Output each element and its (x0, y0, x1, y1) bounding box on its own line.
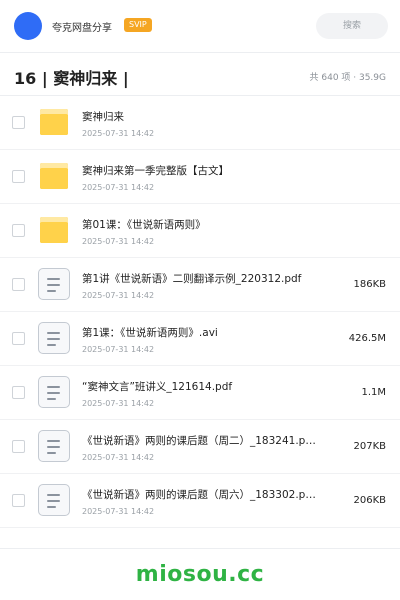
checkbox[interactable] (12, 278, 25, 291)
file-date: 2025-07-31 14:42 (82, 237, 155, 246)
list-item[interactable]: 第01课：《世说新语两则》 2025-07-31 14:42 (0, 204, 400, 258)
top-bar: 夸克网盘分享 SVIP 搜索 (0, 0, 400, 52)
folder-icon (38, 214, 70, 246)
checkbox[interactable] (12, 494, 25, 507)
file-name: 《世说新语》两则的课后题（周二）_183241.p… (82, 435, 316, 447)
checkbox[interactable] (12, 440, 25, 453)
file-size: 206KB (353, 495, 386, 506)
avatar[interactable] (14, 12, 42, 40)
title-row: 16 | 窦神归来 | 共 640 项 · 35.9G (0, 56, 400, 96)
file-date: 2025-07-31 14:42 (82, 399, 155, 408)
folder-icon (38, 106, 70, 138)
list-item[interactable]: 窦神归来 2025-07-31 14:42 (0, 96, 400, 150)
account-name[interactable]: 夸克网盘分享 (52, 19, 112, 34)
file-date: 2025-07-31 14:42 (82, 345, 155, 354)
folder-icon (38, 160, 70, 192)
document-icon (38, 268, 70, 300)
checkbox[interactable] (12, 224, 25, 237)
file-name: 第1课：《世说新语两则》.avi (82, 327, 218, 339)
checkbox[interactable] (12, 332, 25, 345)
list-item[interactable]: 第1讲《世说新语》二则翻译示例_220312.pdf 2025-07-31 14… (0, 258, 400, 312)
file-name: 《世说新语》两则的课后题（周六）_183302.p… (82, 489, 316, 501)
list-item[interactable]: “窦神文言”班讲义_121614.pdf 2025-07-31 14:42 1.… (0, 366, 400, 420)
header-divider (0, 52, 400, 53)
document-icon (38, 484, 70, 516)
file-size: 426.5M (348, 333, 386, 344)
footer-divider (0, 548, 400, 549)
checkbox[interactable] (12, 116, 25, 129)
file-date: 2025-07-31 14:42 (82, 291, 155, 300)
file-size: 207KB (353, 441, 386, 452)
file-name: 第01课：《世说新语两则》 (82, 219, 206, 231)
checkbox[interactable] (12, 386, 25, 399)
list-item[interactable]: 第1课：《世说新语两则》.avi 2025-07-31 14:42 426.5M (0, 312, 400, 366)
file-name: “窦神文言”班讲义_121614.pdf (82, 381, 233, 393)
list-item[interactable]: 《世说新语》两则的课后题（周六）_183302.p… 2025-07-31 14… (0, 474, 400, 528)
document-icon (38, 430, 70, 462)
file-list: 窦神归来 2025-07-31 14:42 窦神归来第一季完整版【古文】 202… (0, 96, 400, 528)
file-name: 窦神归来 (82, 111, 124, 123)
checkbox[interactable] (12, 170, 25, 183)
list-item[interactable]: 《世说新语》两则的课后题（周二）_183241.p… 2025-07-31 14… (0, 420, 400, 474)
file-date: 2025-07-31 14:42 (82, 453, 155, 462)
svip-badge: SVIP (124, 18, 152, 32)
search-input[interactable]: 搜索 (316, 13, 388, 39)
page-title: 16 | 窦神归来 | (14, 69, 129, 88)
file-size: 1.1M (361, 387, 386, 398)
file-date: 2025-07-31 14:42 (82, 129, 155, 138)
file-date: 2025-07-31 14:42 (82, 507, 155, 516)
file-date: 2025-07-31 14:42 (82, 183, 155, 192)
file-name: 窦神归来第一季完整版【古文】 (82, 165, 229, 177)
file-name: 第1讲《世说新语》二则翻译示例_220312.pdf (82, 273, 302, 285)
file-size: 186KB (353, 279, 386, 290)
document-icon (38, 376, 70, 408)
list-item[interactable]: 窦神归来第一季完整版【古文】 2025-07-31 14:42 (0, 150, 400, 204)
watermark-text: miosou.cc (135, 562, 265, 587)
summary-count: 共 640 项 · 35.9G (309, 73, 387, 83)
document-icon (38, 322, 70, 354)
